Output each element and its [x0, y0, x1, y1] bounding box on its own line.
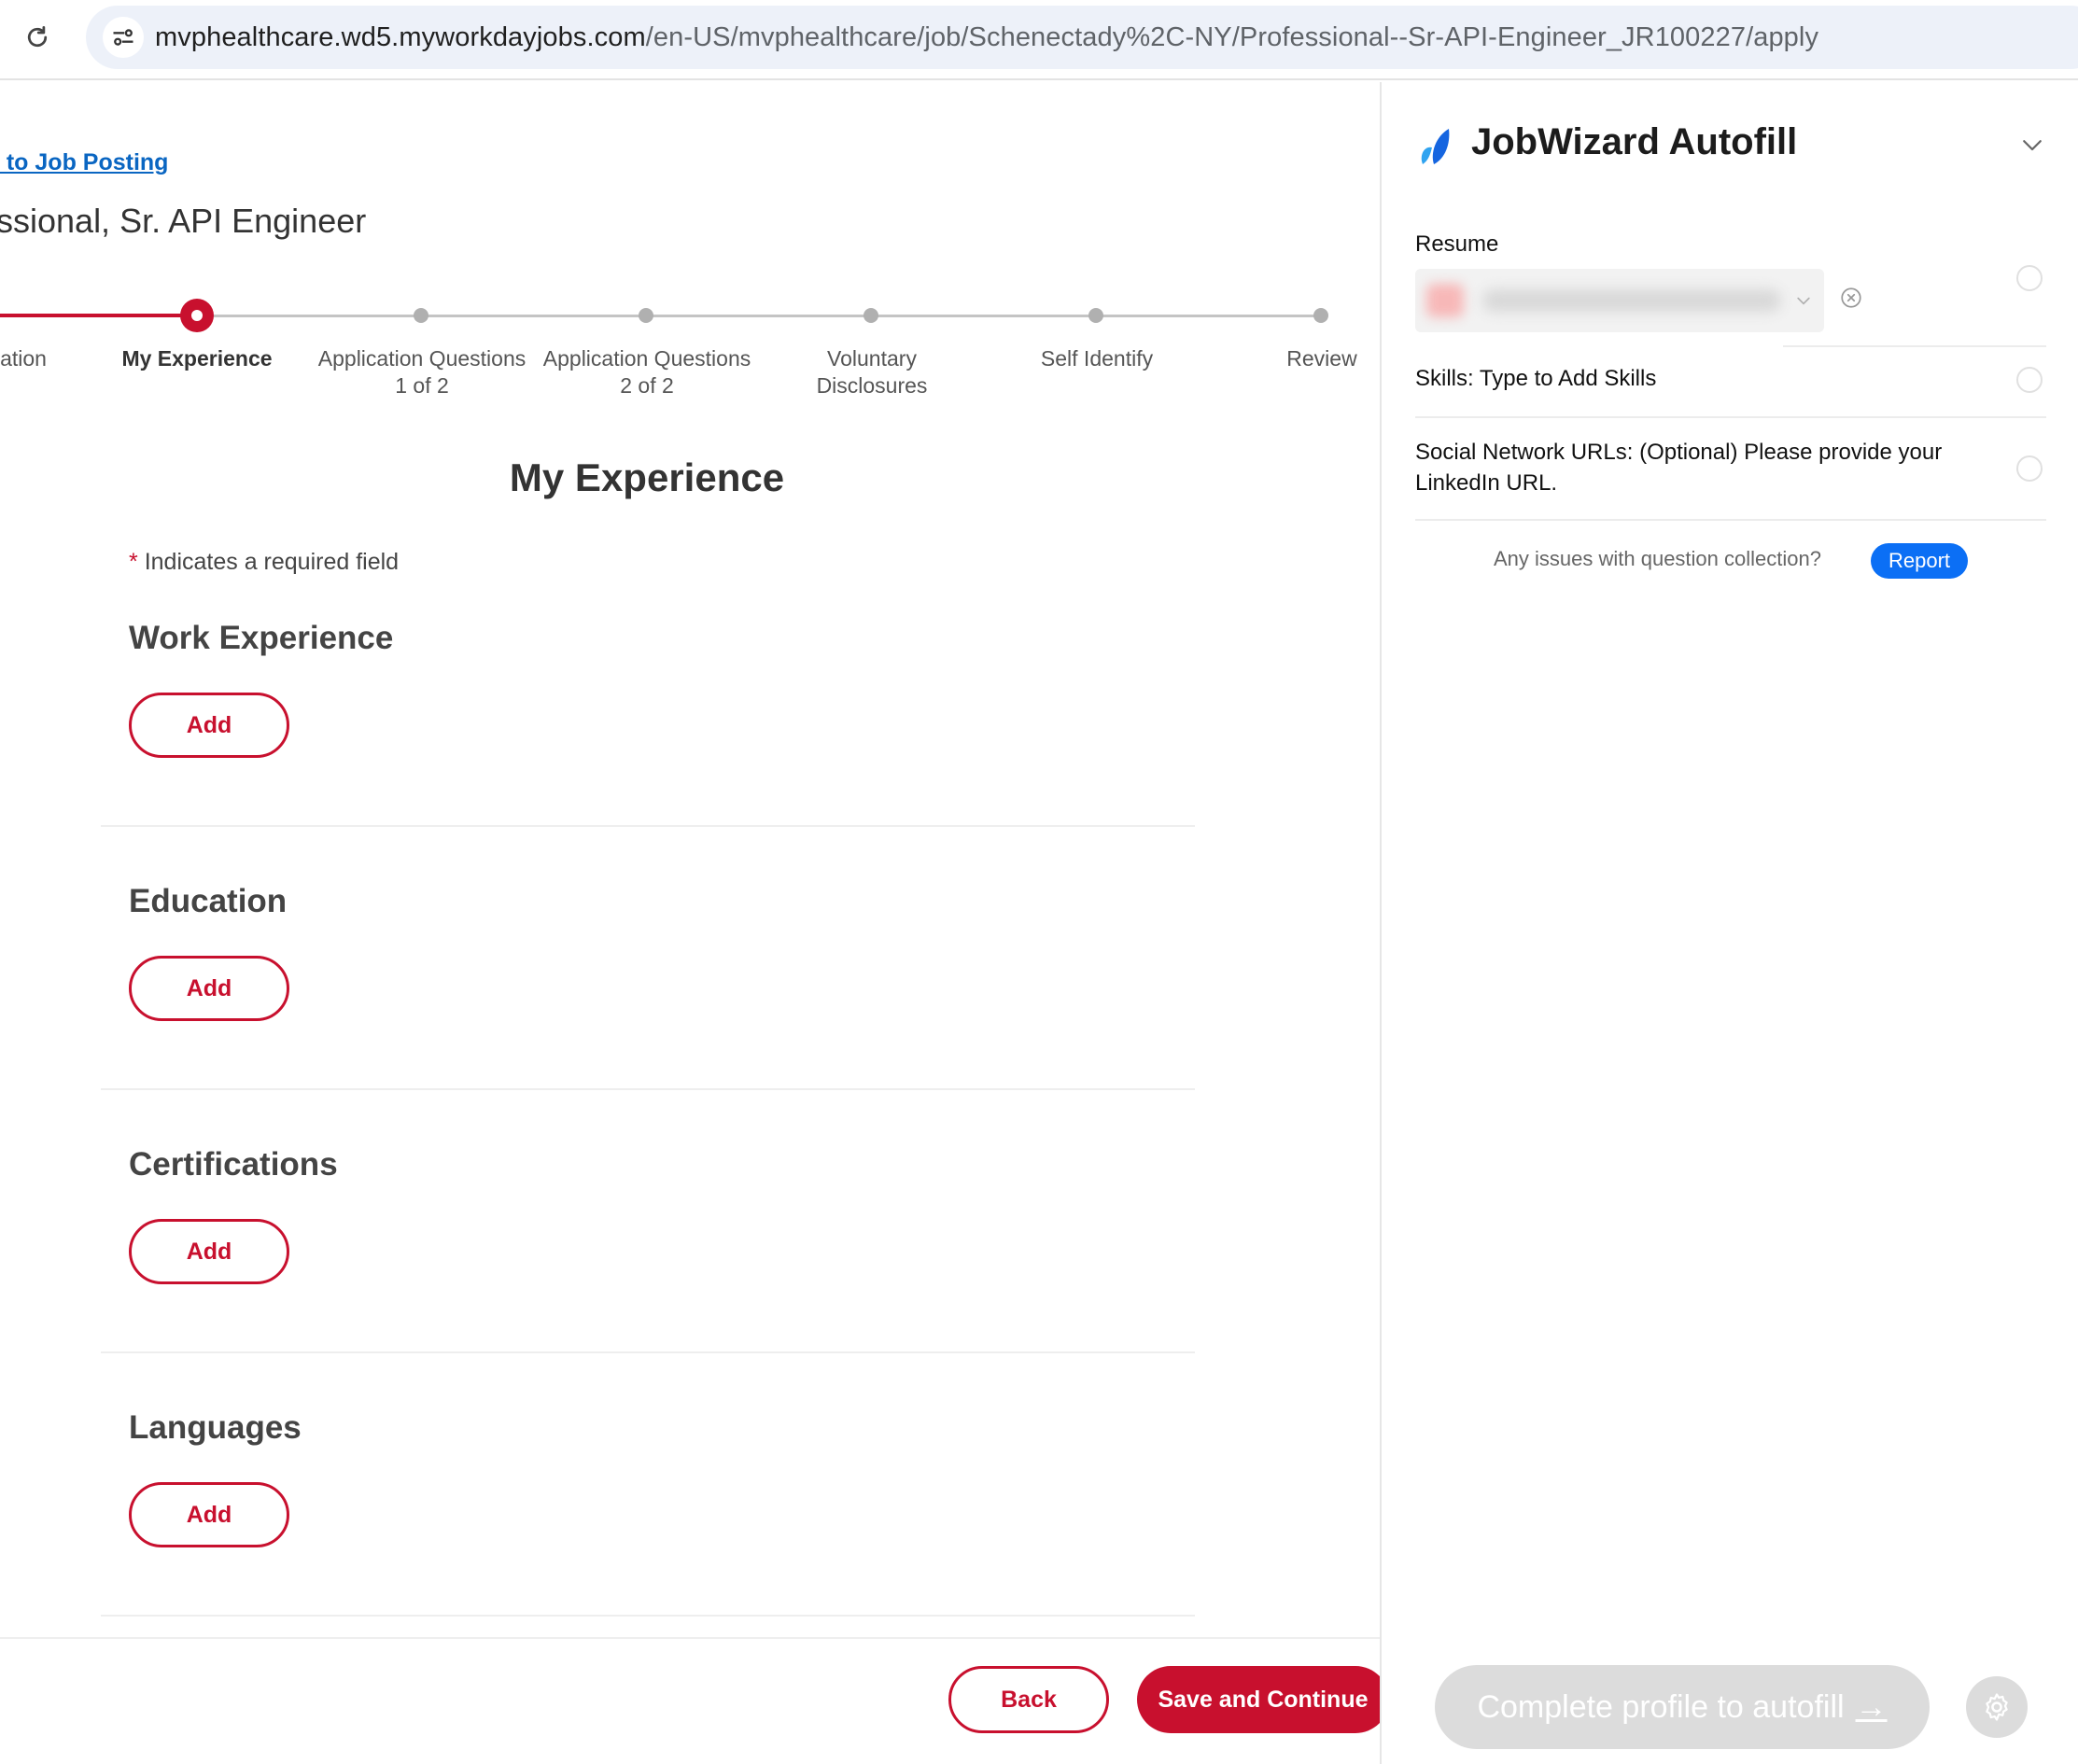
resume-file-name-redacted [1482, 289, 1781, 312]
resume-select[interactable] [1415, 269, 1824, 332]
social-network-label: Social Network URLs: (Optional) Please p… [1415, 440, 1943, 496]
chevron-down-icon[interactable] [2018, 131, 2046, 159]
back-button[interactable]: Back [948, 1666, 1109, 1733]
required-note-text: Indicates a required field [144, 549, 400, 575]
section-divider [101, 825, 1195, 827]
panel-divider [1415, 416, 2046, 418]
step-label-self-identify: Self Identify [1040, 346, 1154, 371]
url-text[interactable]: mvphealthcare.wd5.myworkdayjobs.com/en-U… [155, 6, 1818, 69]
application-page: k to Job Posting ssional, Sr. API Engine… [0, 82, 1389, 1764]
panel-divider [1415, 519, 2046, 521]
arrow-right-icon: → [1855, 1688, 1888, 1725]
section-divider [101, 1351, 1195, 1353]
section-divider [101, 1088, 1195, 1090]
add-education-button[interactable]: Add [129, 956, 289, 1021]
browser-toolbar: mvphealthcare.wd5.myworkdayjobs.com/en-U… [0, 0, 2078, 80]
chevron-down-icon [1794, 291, 1813, 310]
required-field-note: * Indicates a required field [129, 549, 399, 576]
step-marker [414, 308, 428, 323]
skills-label: Skills: Type to Add Skills [1415, 366, 1657, 391]
back-to-job-posting-link[interactable]: k to Job Posting [0, 149, 168, 176]
autofill-button-label: Complete profile to autofill [1477, 1688, 1845, 1725]
panel-divider [1783, 345, 2046, 347]
social-status-circle [2016, 455, 2043, 482]
step-marker [1088, 308, 1103, 323]
section-divider [101, 1615, 1195, 1617]
step-label-voluntary-disclosures: Voluntary Disclosures [816, 346, 928, 398]
job-title: ssional, Sr. API Engineer [0, 202, 367, 240]
step-label-my-experience: My Experience [121, 346, 273, 371]
work-experience-title: Work Experience [129, 620, 394, 656]
resume-label: Resume [1415, 231, 1499, 257]
progress-line-complete [0, 314, 196, 317]
add-work-experience-button[interactable]: Add [129, 693, 289, 758]
panel-title: JobWizard Autofill [1471, 121, 1798, 162]
step-marker [1313, 308, 1328, 323]
skills-status-circle [2016, 367, 2043, 393]
step-marker-current [180, 299, 214, 332]
required-star: * [129, 549, 138, 575]
footer-divider [0, 1637, 1380, 1639]
issues-text: Any issues with question collection? [1494, 547, 1821, 570]
resume-status-circle [2016, 265, 2043, 291]
section-heading: My Experience [509, 455, 785, 499]
jobwizard-panel: JobWizard Autofill Resume Skills: Type t… [1380, 82, 2078, 1764]
site-settings-icon[interactable] [103, 17, 144, 58]
certifications-title: Certifications [129, 1146, 338, 1183]
add-language-button[interactable]: Add [129, 1482, 289, 1547]
complete-profile-autofill-button[interactable]: Complete profile to autofill → [1435, 1665, 1930, 1749]
reload-icon[interactable] [21, 21, 54, 54]
jobwizard-logo-icon [1417, 127, 1453, 166]
progress-line [196, 315, 1322, 317]
step-label-application-questions-1: Application Questions 1 of 2 [317, 346, 527, 398]
address-bar[interactable]: mvphealthcare.wd5.myworkdayjobs.com/en-U… [86, 6, 2078, 69]
languages-title: Languages [129, 1409, 302, 1446]
url-host: mvphealthcare.wd5.myworkdayjobs.com [155, 22, 646, 52]
resume-file-icon [1426, 284, 1464, 317]
report-button[interactable]: Report [1871, 543, 1968, 579]
gear-icon[interactable] [1966, 1676, 2028, 1738]
education-title: Education [129, 883, 288, 919]
save-and-continue-button[interactable]: Save and Continue [1137, 1666, 1389, 1733]
step-marker [639, 308, 653, 323]
step-marker [863, 308, 878, 323]
url-path: /en-US/mvphealthcare/job/Schenectady%2C-… [645, 22, 1819, 52]
step-label-application-questions-2: Application Questions 2 of 2 [542, 346, 751, 398]
clear-icon[interactable] [1839, 286, 1863, 310]
add-certification-button[interactable]: Add [129, 1219, 289, 1284]
